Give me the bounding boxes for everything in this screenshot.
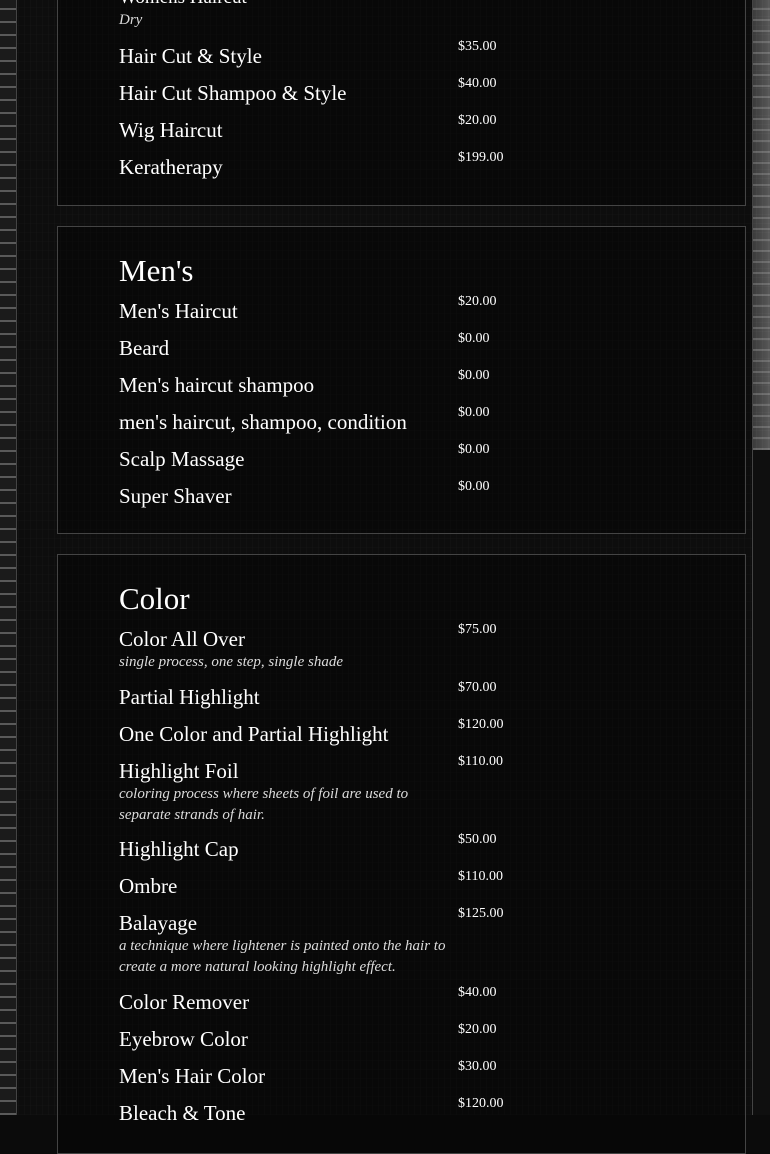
service-name: Ombre (119, 874, 178, 898)
service-name: Partial Highlight (119, 685, 260, 709)
service-item: Highlight Foil coloring process where sh… (119, 754, 709, 826)
service-name: Highlight Cap (119, 837, 239, 861)
service-item: men's haircut, shampoo, condition $0.00 (119, 405, 709, 434)
service-price: $50.00 (458, 832, 497, 847)
service-name: Balayage (119, 911, 198, 935)
service-item: Scalp Massage $0.00 (119, 442, 709, 471)
service-item: Color All Over single process, one step,… (119, 622, 709, 673)
service-name: Hair Cut & Style (119, 44, 262, 68)
womens-section-title: Womens Haircut (119, 0, 247, 9)
service-item: Partial Highlight $70.00 (119, 680, 709, 709)
service-item: Hair Cut & Style $35.00 (119, 39, 709, 68)
service-item: Men's haircut shampoo $0.00 (119, 368, 709, 397)
service-item: Wig Haircut $20.00 (119, 113, 709, 142)
service-price: $120.00 (458, 717, 504, 732)
service-price: $0.00 (458, 479, 490, 494)
service-price: $199.00 (458, 150, 504, 165)
service-item: Keratherapy $199.00 (119, 150, 709, 179)
service-name: Men's Hair Color (119, 1064, 266, 1088)
service-name: Super Shaver (119, 484, 232, 508)
color-section: Color Color All Over single process, one… (57, 554, 746, 1154)
service-price: $40.00 (458, 985, 497, 1000)
service-item: Super Shaver $0.00 (119, 479, 709, 508)
service-price: $125.00 (458, 906, 504, 921)
service-price: $20.00 (458, 113, 497, 128)
service-price: $35.00 (458, 39, 497, 54)
background-right-strip (752, 0, 770, 450)
service-description: a technique where lightener is painted o… (119, 938, 446, 975)
service-item: One Color and Partial Highlight $120.00 (119, 717, 709, 746)
womens-section-note: Dry (119, 12, 143, 28)
service-item: Bleach & Tone $120.00 (119, 1096, 709, 1125)
service-price: $0.00 (458, 405, 490, 420)
service-name: Beard (119, 336, 170, 360)
womens-section: Womens Haircut Dry Hair Cut & Style $35.… (57, 0, 746, 206)
service-name: Keratherapy (119, 155, 223, 179)
service-name: Men's Haircut (119, 299, 238, 323)
service-item: Color Remover $40.00 (119, 985, 709, 1014)
service-price: $0.00 (458, 442, 490, 457)
service-item: Ombre $110.00 (119, 869, 709, 898)
service-item: Beard $0.00 (119, 331, 709, 360)
service-item: Men's Haircut $20.00 (119, 294, 709, 323)
service-price: $30.00 (458, 1059, 497, 1074)
service-price: $20.00 (458, 294, 497, 309)
section-heading: Men's (119, 253, 194, 288)
service-name: Color Remover (119, 990, 250, 1014)
service-item: Men's Hair Color $30.00 (119, 1059, 709, 1088)
background-left-strip (0, 0, 16, 1115)
service-price: $0.00 (458, 331, 490, 346)
service-price: $75.00 (458, 622, 497, 637)
service-price: $110.00 (458, 754, 503, 769)
service-price: $120.00 (458, 1096, 504, 1111)
service-item: Eyebrow Color $20.00 (119, 1022, 709, 1051)
service-name: One Color and Partial Highlight (119, 722, 389, 746)
service-item: Balayage a technique where lightener is … (119, 906, 709, 978)
background-lower-right (752, 450, 770, 1115)
service-name: Highlight Foil (119, 759, 239, 783)
service-price: $0.00 (458, 368, 490, 383)
service-name: Eyebrow Color (119, 1027, 248, 1051)
service-name: Bleach & Tone (119, 1101, 246, 1125)
service-item: Hair Cut Shampoo & Style $40.00 (119, 76, 709, 105)
service-item: Highlight Cap $50.00 (119, 832, 709, 861)
service-price: $70.00 (458, 680, 497, 695)
service-name: men's haircut, shampoo, condition (119, 410, 407, 434)
service-price: $110.00 (458, 869, 503, 884)
service-name: Scalp Massage (119, 447, 245, 471)
section-heading: Color (119, 581, 190, 616)
service-name: Men's haircut shampoo (119, 373, 315, 397)
service-name: Hair Cut Shampoo & Style (119, 81, 347, 105)
service-description: single process, one step, single shade (119, 654, 343, 670)
service-name: Wig Haircut (119, 118, 223, 142)
mens-section: Men's Men's Haircut $20.00 Beard $0.00 M… (57, 226, 746, 534)
service-price: $20.00 (458, 1022, 497, 1037)
service-description: coloring process where sheets of foil ar… (119, 786, 409, 823)
menu-frame: Womens Haircut Dry Hair Cut & Style $35.… (16, 0, 753, 1154)
service-name: Color All Over (119, 627, 245, 651)
service-price: $40.00 (458, 76, 497, 91)
